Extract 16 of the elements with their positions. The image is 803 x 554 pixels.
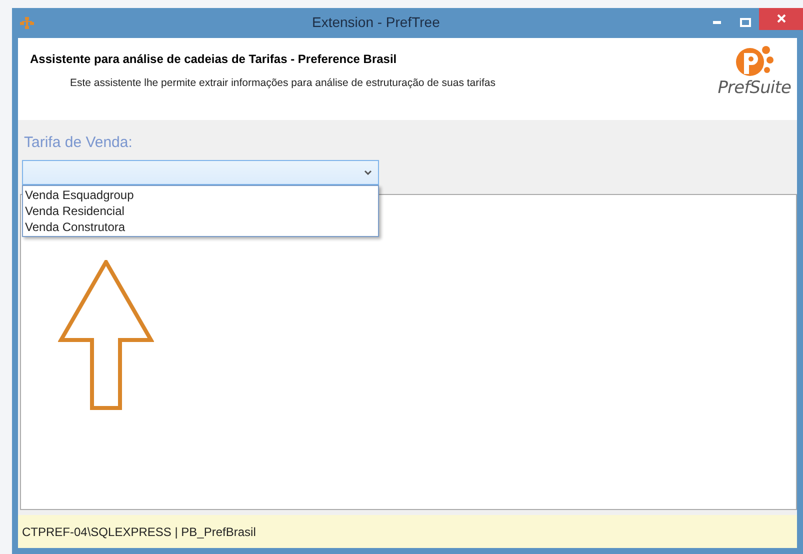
header-subtitle: Este assistente lhe permite extrair informações para análise de estruturação de suas tarifas [70, 76, 496, 91]
dropdown[interactable] [22, 160, 379, 186]
logo-text: PrefSuite [718, 80, 791, 97]
field-label: Tarifa de Venda: [24, 132, 134, 153]
header-title: Assistente para análise de cadeias de Tarifas - Preference Brasil [30, 50, 398, 68]
close-icon [776, 14, 786, 24]
app-icon [20, 16, 34, 29]
maximize-icon[interactable] [740, 18, 750, 28]
dropdown-option[interactable]: Venda Residencial [23, 203, 378, 220]
status-bar: CTPREF-04\SQLEXPRESS | PB_PrefBrasil [18, 515, 797, 548]
dropdown-option[interactable]: Venda Esquadgroup [23, 187, 378, 204]
window-title: Extension - PrefTree [312, 13, 440, 32]
caret-icon [364, 170, 372, 176]
close-button[interactable] [759, 8, 803, 30]
minimize-icon[interactable] [713, 21, 721, 24]
dropdown-option[interactable]: Venda Construtora [23, 219, 378, 236]
